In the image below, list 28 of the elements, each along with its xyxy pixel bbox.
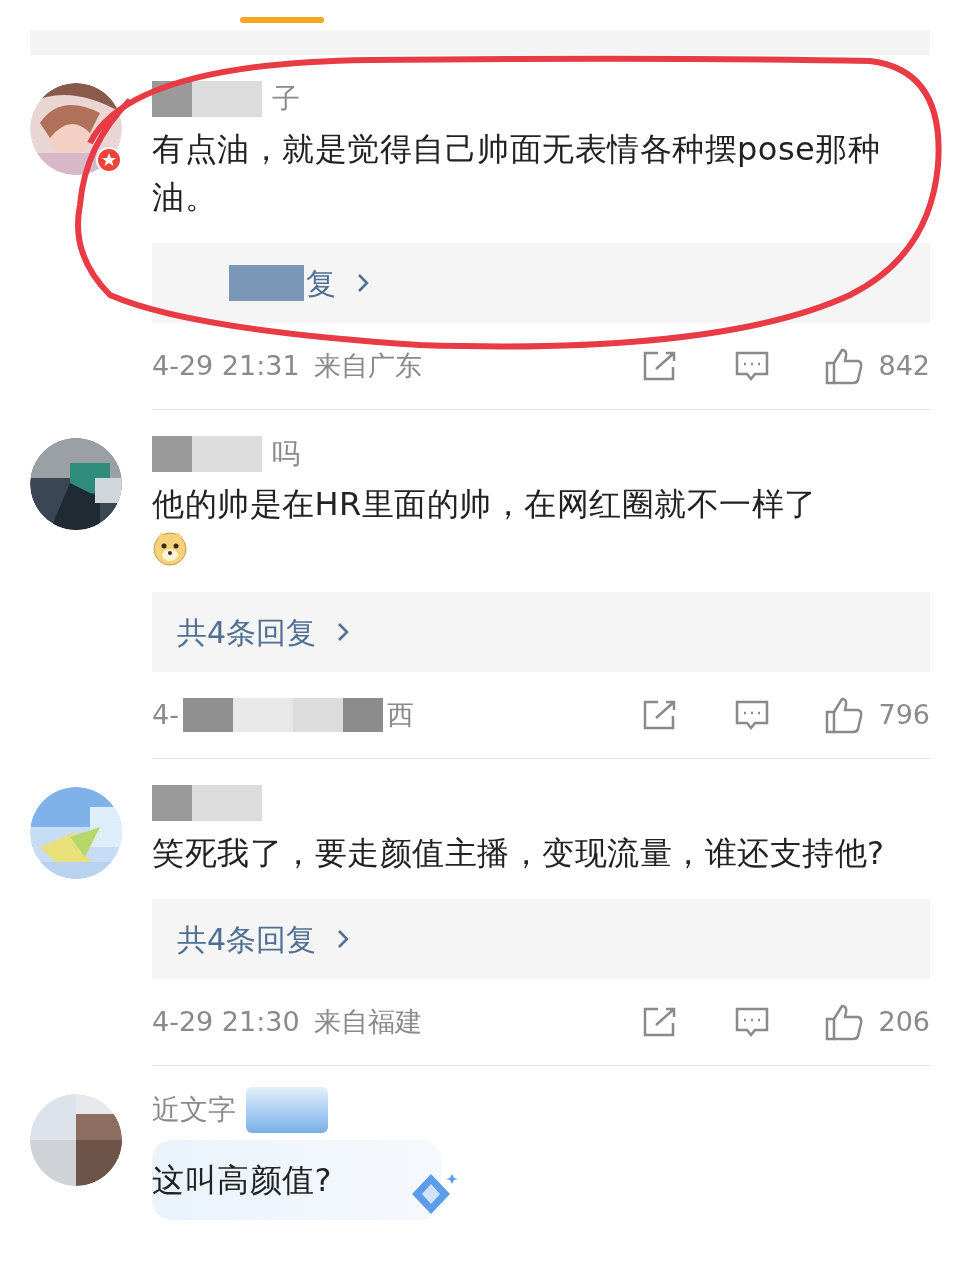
- comment-icon[interactable]: [734, 699, 771, 731]
- username[interactable]: 吗: [272, 433, 300, 475]
- timestamp: 4-29 21:31: [152, 348, 300, 383]
- comment-text: 有点油，就是觉得自己帅面无表情各种摆pose那种油。: [152, 129, 882, 218]
- comment-text: 他的帅是在HR里面的帅，在网红圈就不一样了: [152, 484, 818, 525]
- like-count: 842: [878, 348, 930, 383]
- thumbs-up-icon[interactable]: [824, 1003, 865, 1041]
- chevron-right-icon: [356, 272, 370, 294]
- username[interactable]: 近文字: [152, 1089, 236, 1131]
- thumbs-up-icon[interactable]: [824, 347, 865, 385]
- comment-text: 笑死我了，要走颜值主播，变现流量，谁还支持他?: [152, 833, 886, 874]
- thumbs-up-icon[interactable]: [824, 696, 865, 734]
- replies-link[interactable]: 共4条回复: [152, 899, 930, 979]
- location: 来自广东: [313, 348, 422, 383]
- location: 西: [386, 697, 414, 732]
- username[interactable]: 子: [272, 78, 300, 120]
- comment-text: 这叫高颜值?: [152, 1160, 332, 1201]
- timestamp: 4-: [152, 697, 179, 732]
- like-count: 206: [878, 1004, 930, 1039]
- chevron-right-icon: [336, 621, 351, 643]
- replies-link[interactable]: 共4条回复: [152, 592, 930, 672]
- comment-icon[interactable]: [734, 350, 771, 382]
- location: 来自福建: [313, 1004, 422, 1039]
- chevron-right-icon: [336, 928, 351, 950]
- comment-icon[interactable]: [734, 1006, 771, 1038]
- timestamp: 4-29 21:30: [152, 1004, 300, 1039]
- replies-link[interactable]: 复: [152, 243, 930, 323]
- like-count: 796: [878, 697, 930, 732]
